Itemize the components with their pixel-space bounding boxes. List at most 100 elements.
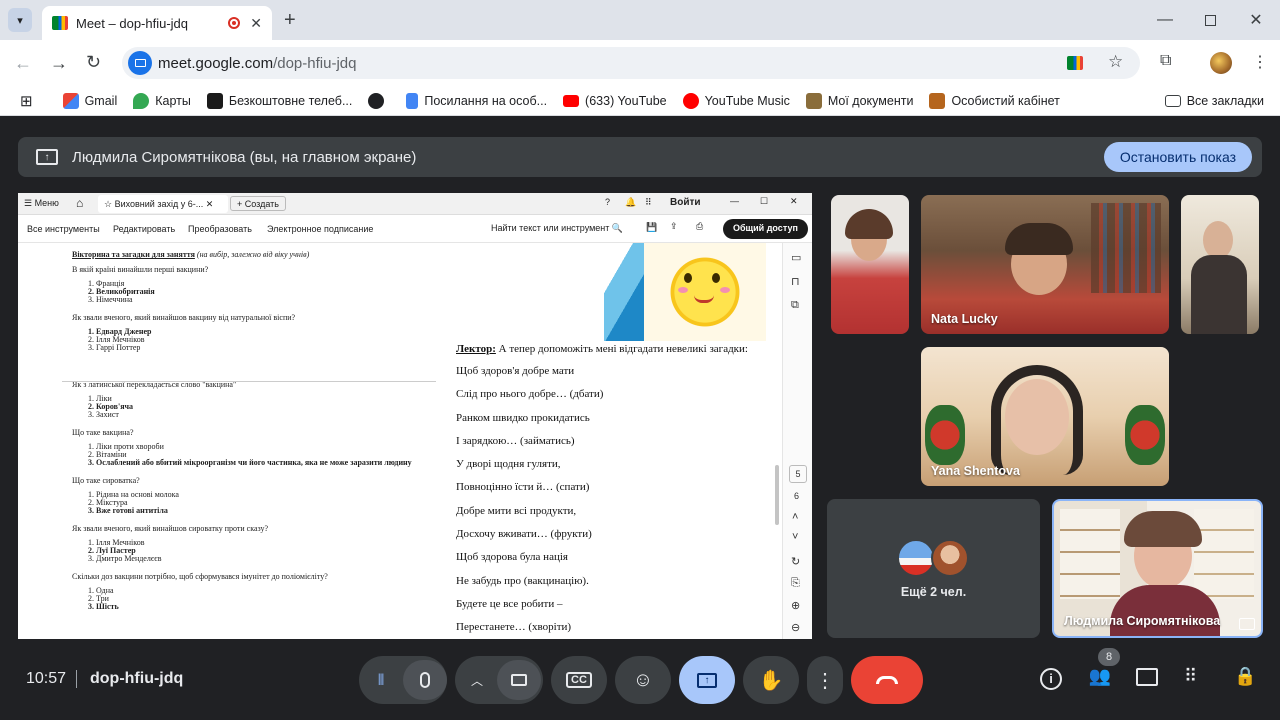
close-window-icon[interactable]: ✕: [1244, 8, 1268, 32]
bookmark-docs[interactable]: Посилання на особ...: [406, 92, 547, 109]
meeting-details-icon[interactable]: i: [1040, 668, 1062, 690]
upload-icon[interactable]: ⇪: [670, 221, 678, 232]
quiz-heading-note: (на вибір, залежно від віку учнів): [196, 250, 310, 259]
participant-tile-self[interactable]: Людмила Сиромятнікова: [1052, 499, 1263, 638]
extensions-icon[interactable]: ⧉: [1160, 52, 1171, 70]
viewer-menu-button[interactable]: ☰ Меню: [24, 198, 59, 209]
bookmark-panel-icon[interactable]: ⊓: [791, 275, 800, 288]
tool-all[interactable]: Все инструменты: [27, 224, 100, 234]
zoom-in-icon[interactable]: ⊕: [791, 599, 800, 612]
viewer-maximize-icon[interactable]: ☐: [760, 196, 768, 207]
login-button[interactable]: Войти: [670, 197, 701, 208]
page-down-icon[interactable]: ˅: [792, 531, 798, 543]
rotate-icon[interactable]: ↻: [791, 555, 800, 568]
chat-icon[interactable]: [1136, 668, 1158, 686]
apps-grid-icon[interactable]: ⊞: [20, 92, 33, 110]
tab-close-icon[interactable]: ✕: [250, 15, 262, 32]
camera-options-icon[interactable]: ︿: [457, 672, 497, 689]
mic-button[interactable]: [403, 660, 447, 700]
all-bookmarks[interactable]: Все закладки: [1164, 94, 1264, 108]
viewer-close-icon[interactable]: ✕: [790, 196, 798, 207]
minimize-icon[interactable]: —: [1153, 8, 1177, 32]
presentation-label: Людмила Сиромятнікова (вы, на главном эк…: [72, 148, 417, 166]
help-icon[interactable]: ?: [605, 197, 610, 207]
participant-tile-nata[interactable]: Nata Lucky: [921, 195, 1169, 334]
doc-tab[interactable]: ☆ Виховний захід у 6-... ✕: [98, 195, 228, 213]
bookmark-my-documents[interactable]: Мої документи: [805, 92, 913, 109]
chrome-menu-icon[interactable]: ⋮: [1252, 52, 1268, 72]
stop-presenting-button[interactable]: Остановить показ: [1103, 142, 1252, 172]
profile-avatar[interactable]: [1210, 52, 1232, 74]
present-button[interactable]: ↑: [679, 656, 735, 704]
more-options-button[interactable]: ⋮: [807, 656, 843, 704]
extract-icon[interactable]: ⎘: [791, 577, 800, 590]
tool-convert[interactable]: Преобразовать: [188, 224, 252, 234]
present-screen-icon: ↑: [36, 149, 58, 165]
viewer-minimize-icon[interactable]: —: [730, 196, 739, 206]
participant-avatar: [897, 539, 935, 577]
tab-search-button[interactable]: ▾: [8, 8, 32, 32]
comment-icon[interactable]: ▭: [791, 251, 801, 264]
browser-tab[interactable]: Meet – dop-hfiu-jdq ✕: [42, 6, 272, 40]
address-bar[interactable]: meet.google.com/dop-hfiu-jdq: [122, 47, 1140, 79]
picture-in-picture-icon[interactable]: [1239, 618, 1255, 630]
quiz-answer: 3. Шість: [88, 602, 119, 611]
tool-esign[interactable]: Электронное подписание: [267, 224, 373, 234]
reload-icon[interactable]: ↻: [86, 52, 101, 73]
captions-icon: CC: [566, 672, 592, 688]
camera-button[interactable]: [497, 660, 541, 700]
time-divider: [76, 670, 77, 688]
forward-arrow-icon[interactable]: →: [50, 53, 68, 74]
apps-icon[interactable]: ⠿: [645, 197, 652, 208]
bookmark-youtube[interactable]: (633) YouTube: [563, 94, 667, 108]
bookmark-tv[interactable]: Безкоштовне телеб...: [206, 92, 352, 109]
tool-edit[interactable]: Редактировать: [113, 224, 175, 234]
activities-icon[interactable]: ⠿: [1184, 666, 1197, 687]
leave-call-button[interactable]: [851, 656, 923, 704]
share-button[interactable]: Общий доступ: [723, 219, 808, 239]
bookmark-star-icon[interactable]: ☆: [1108, 52, 1123, 72]
captions-button[interactable]: CC: [551, 656, 607, 704]
participant-tile-girl[interactable]: [831, 195, 909, 334]
zoom-out-icon[interactable]: ⊖: [791, 621, 800, 634]
raise-hand-button[interactable]: ✋: [743, 656, 799, 704]
host-controls-icon[interactable]: 🔒: [1234, 666, 1256, 687]
bookmark-globe[interactable]: [368, 92, 390, 109]
riddle-line: Не забудь про (вакцинацію).: [456, 574, 589, 587]
page-up-icon[interactable]: ˄: [792, 511, 798, 523]
quiz-answer: 1. Одна: [88, 586, 114, 595]
bookmark-youtube-music[interactable]: YouTube Music: [682, 92, 790, 109]
bookmark-cabinet[interactable]: Особистий кабінет: [929, 92, 1060, 109]
print-icon[interactable]: ⎙: [696, 221, 703, 232]
more-participants-tile[interactable]: Ещё 2 чел.: [827, 499, 1040, 638]
bookmark-gmail[interactable]: Gmail: [62, 92, 117, 109]
create-button[interactable]: + Создать: [230, 196, 286, 211]
maximize-icon[interactable]: [1198, 8, 1222, 32]
quiz-question-block: В якій країні винайшли перші вакцини? 1. …: [72, 265, 432, 304]
new-tab-button[interactable]: +: [284, 8, 304, 32]
scrollbar[interactable]: [775, 465, 779, 525]
participant-tile-yana[interactable]: Yana Shentova: [921, 347, 1169, 486]
riddle-line: Щоб здорова була нація: [456, 551, 568, 564]
quiz-question: Що таке сироватка?: [72, 476, 140, 485]
people-count-badge: 8: [1098, 648, 1120, 666]
participant-tile-boy[interactable]: [1181, 195, 1259, 334]
meet-extension-icon[interactable]: [1067, 56, 1083, 70]
people-button[interactable]: 👥: [1086, 666, 1114, 692]
quiz-answer: 3. Ослаблений або вбитий мікроорганізм ч…: [88, 458, 412, 467]
quiz-answer: 3. Вже готові антитіла: [88, 506, 168, 515]
riddle-intro: Лектор: А тепер допоможіть мені відгадат…: [456, 343, 748, 355]
find-tool-field[interactable]: Найти текст или инструмент 🔍: [491, 223, 623, 234]
presentation-bar: ↑ Людмила Сиромятнікова (вы, на главном …: [18, 137, 1262, 177]
bookmark-maps[interactable]: Карты: [133, 92, 191, 109]
pages-icon[interactable]: ⧉: [791, 299, 799, 312]
home-icon[interactable]: ⌂: [76, 196, 83, 210]
bell-icon[interactable]: 🔔: [625, 197, 636, 208]
back-arrow-icon[interactable]: ←: [14, 53, 32, 74]
site-info-icon[interactable]: [128, 51, 152, 75]
quiz-answer: 3. Німеччина: [88, 295, 133, 304]
page-number-current[interactable]: 5: [789, 465, 807, 483]
reactions-button[interactable]: ☺: [615, 656, 671, 704]
save-icon[interactable]: 💾: [646, 222, 657, 233]
participant-name: Nata Lucky: [931, 312, 998, 326]
